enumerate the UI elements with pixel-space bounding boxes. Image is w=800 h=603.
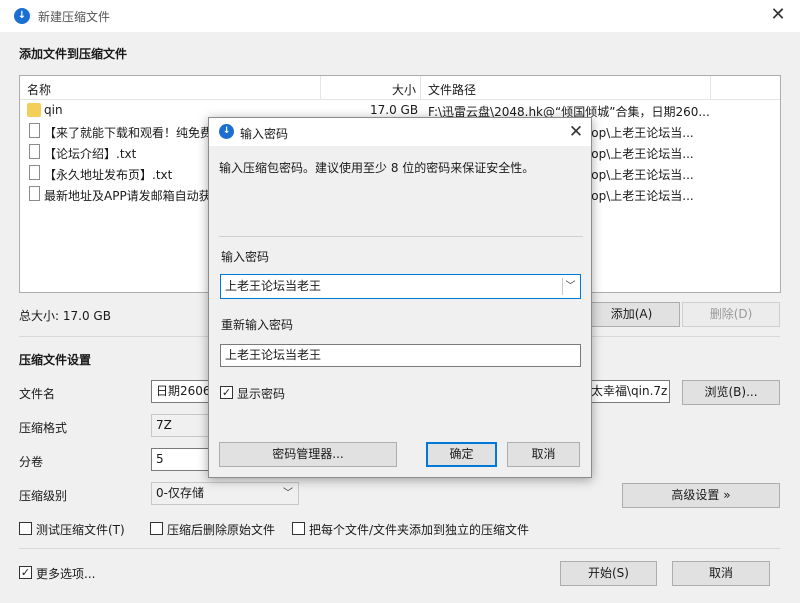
footer-divider	[19, 548, 780, 549]
new-archive-window: ↓ 新建压缩文件 ✕ 添加文件到压缩文件 名称 大小 文件路径 qin 17.0…	[0, 0, 800, 603]
file-name: qin	[44, 103, 63, 117]
file-path: ctop\上老王论坛当...	[580, 126, 694, 140]
file-name: 【永久地址发布页】.txt	[44, 168, 173, 182]
advanced-settings-button[interactable]: 高级设置 »	[622, 483, 780, 508]
dialog-title: 输入密码	[240, 127, 289, 141]
filename-label: 文件名	[19, 387, 56, 401]
test-archive-label[interactable]: 测试压缩文件(T)	[36, 521, 125, 538]
format-value: 7Z	[156, 418, 172, 432]
test-archive-checkbox[interactable]	[19, 522, 32, 535]
file-name: 【论坛介绍】.txt	[44, 147, 137, 161]
dialog-divider	[219, 236, 583, 237]
filename-value-tail: 太幸福\qin.7z	[591, 384, 668, 398]
close-icon[interactable]: ✕	[565, 119, 587, 145]
password-dialog: ↓ 输入密码 ✕ 输入压缩包密码。建议使用至少 8 位的密码来保证安全性。 输入…	[208, 117, 592, 478]
file-icon	[29, 123, 40, 138]
level-select[interactable]: 0-仅存储 ﹀	[151, 482, 299, 505]
file-list-header: 名称 大小 文件路径	[20, 76, 780, 100]
window-title: 新建压缩文件	[38, 10, 111, 24]
file-size: 17.0 GB	[370, 103, 419, 117]
total-size: 总大小: 17.0 GB	[19, 309, 111, 323]
column-divider[interactable]	[420, 76, 421, 100]
file-path: ctop\上老王论坛当...	[580, 189, 694, 203]
reenter-password-label: 重新输入密码	[221, 318, 294, 332]
delete-button[interactable]: 删除(D)	[682, 302, 780, 327]
password-manager-button[interactable]: 密码管理器...	[219, 442, 397, 467]
file-path: ctop\上老王论坛当...	[580, 168, 694, 182]
format-label: 压缩格式	[19, 421, 68, 435]
password-value: 上老王论坛当老王	[225, 279, 322, 293]
dialog-title-bar: ↓ 输入密码 ✕	[209, 118, 591, 146]
bandizip-icon: ↓	[14, 8, 30, 24]
ok-button[interactable]: 确定	[426, 442, 497, 467]
more-options-checkbox[interactable]: ✓	[19, 566, 32, 579]
delete-after-checkbox[interactable]	[150, 522, 163, 535]
column-divider[interactable]	[320, 76, 321, 100]
title-bar: ↓ 新建压缩文件 ✕	[0, 0, 800, 32]
close-icon[interactable]: ✕	[766, 2, 790, 28]
chevron-down-icon[interactable]: ﹀	[562, 278, 578, 295]
column-divider[interactable]	[710, 76, 711, 100]
folder-icon	[27, 103, 41, 117]
password-label: 输入密码	[221, 250, 270, 264]
password-input[interactable]: 上老王论坛当老王 ﹀	[220, 274, 581, 299]
more-options-label[interactable]: 更多选项...	[36, 565, 95, 582]
file-icon	[29, 165, 40, 180]
file-name: 最新地址及APP请发邮箱自动获	[44, 189, 211, 203]
cancel-button[interactable]: 取消	[672, 561, 770, 586]
dialog-cancel-button[interactable]: 取消	[507, 442, 580, 467]
separate-archives-checkbox[interactable]	[292, 522, 305, 535]
split-label: 分卷	[19, 455, 44, 469]
file-icon	[29, 186, 40, 201]
settings-heading: 压缩文件设置	[19, 353, 92, 367]
column-header-name[interactable]: 名称	[27, 81, 51, 98]
start-button[interactable]: 开始(S)	[560, 561, 657, 586]
dialog-description: 输入压缩包密码。建议使用至少 8 位的密码来保证安全性。	[219, 161, 535, 175]
column-header-size[interactable]: 大小	[392, 81, 416, 98]
filename-input-tail[interactable]: 太幸福\qin.7z	[591, 380, 670, 403]
add-button[interactable]: 添加(A)	[583, 302, 680, 327]
split-value: 5	[156, 452, 164, 466]
reenter-password-input[interactable]: 上老王论坛当老王	[220, 344, 581, 367]
column-header-path[interactable]: 文件路径	[428, 81, 476, 98]
chevron-down-icon: ﹀	[283, 488, 293, 499]
bandizip-icon: ↓	[219, 124, 234, 139]
separate-archives-label[interactable]: 把每个文件/文件夹添加到独立的压缩文件	[309, 521, 529, 538]
files-section-heading: 添加文件到压缩文件	[19, 47, 128, 61]
show-password-checkbox[interactable]: ✓	[220, 386, 233, 399]
filename-value: 日期2606	[156, 384, 211, 398]
show-password-label[interactable]: 显示密码	[237, 385, 285, 402]
delete-after-label[interactable]: 压缩后删除原始文件	[167, 521, 275, 538]
format-select[interactable]: 7Z	[151, 414, 209, 437]
file-icon	[29, 144, 40, 159]
file-name: 【来了就能下载和观看！纯免费	[44, 126, 213, 140]
file-path: ctop\上老王论坛当...	[580, 147, 694, 161]
reenter-password-value: 上老王论坛当老王	[225, 348, 322, 362]
split-input[interactable]: 5	[151, 448, 209, 471]
level-value: 0-仅存储	[156, 486, 204, 500]
browse-button[interactable]: 浏览(B)...	[682, 380, 780, 405]
level-label: 压缩级别	[19, 489, 68, 503]
